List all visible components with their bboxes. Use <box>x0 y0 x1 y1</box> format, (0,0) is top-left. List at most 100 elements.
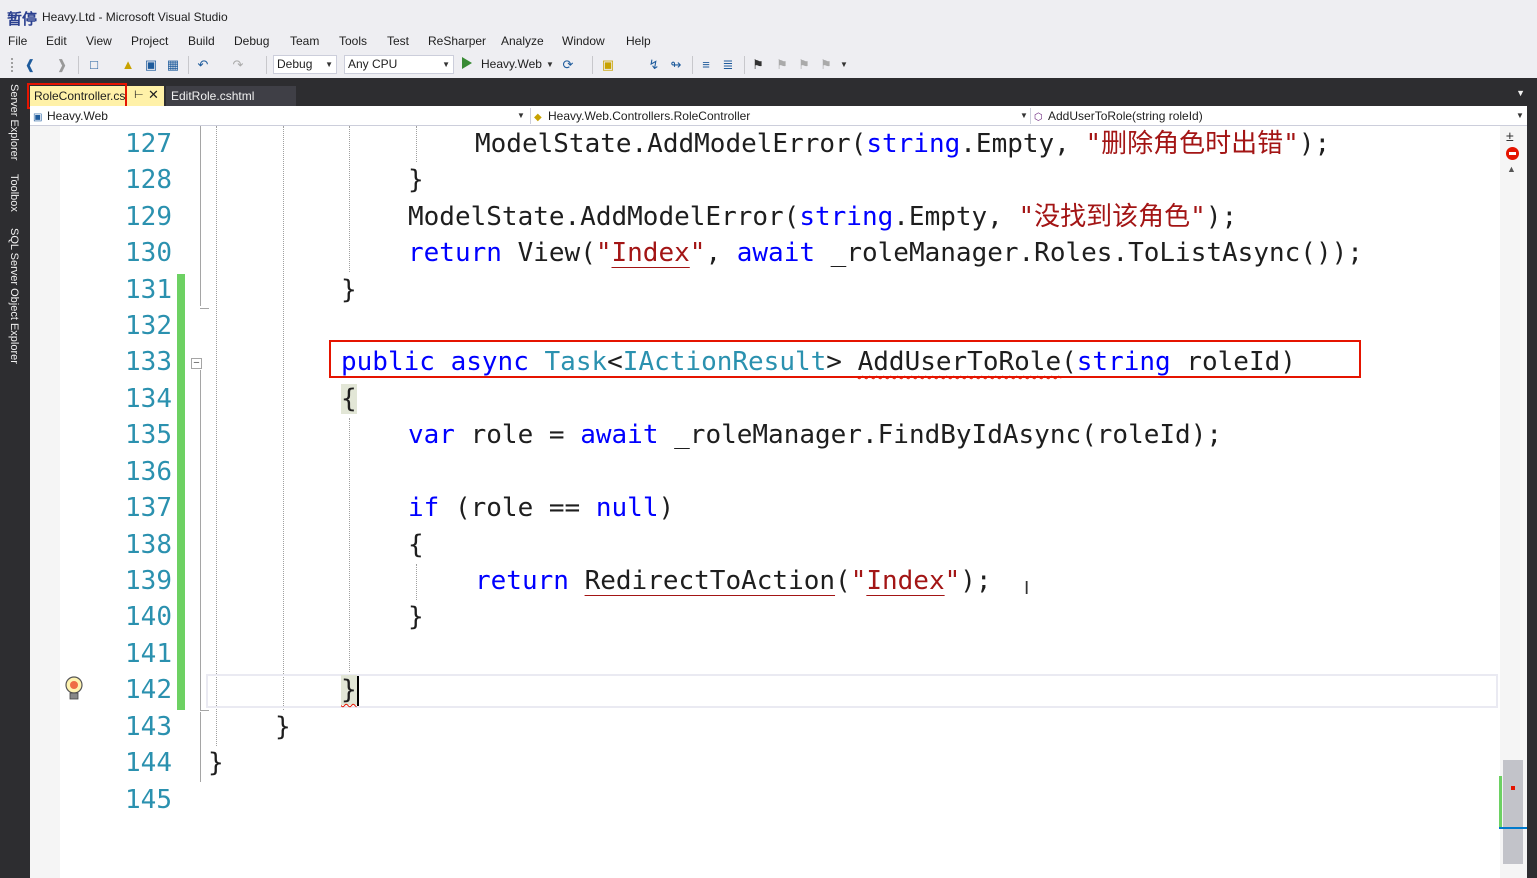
toolbar-separator <box>744 56 745 74</box>
collapse-icon[interactable]: − <box>191 358 202 369</box>
code-line-144[interactable]: } <box>208 745 224 781</box>
code-line-137[interactable]: if (role == null) <box>408 490 674 526</box>
menu-build[interactable]: Build <box>188 34 215 48</box>
prev-bookmark-icon[interactable]: ⚑ <box>774 57 790 73</box>
type-dropdown[interactable]: ◆ Heavy.Web.Controllers.RoleController ▼ <box>534 108 1028 125</box>
line-number: 128 <box>125 165 172 195</box>
current-line-highlight <box>206 674 1498 708</box>
outline-end <box>200 710 209 711</box>
toolbar-separator <box>592 56 593 74</box>
line-number: 143 <box>125 712 172 742</box>
menu-file[interactable]: File <box>8 34 27 48</box>
menu-view[interactable]: View <box>86 34 112 48</box>
code-line-128[interactable]: } <box>408 162 424 198</box>
line-number: 139 <box>125 566 172 596</box>
refresh-icon[interactable]: ⟳ <box>560 57 576 73</box>
bookmark-icon[interactable]: ⚑ <box>750 57 766 73</box>
save-all-icon[interactable]: ▦ <box>165 57 181 73</box>
toolbox-tab[interactable]: Toolbox <box>8 174 20 212</box>
menu-analyze[interactable]: Analyze <box>501 34 544 48</box>
error-indicator-icon[interactable] <box>1506 147 1519 160</box>
comment-icon[interactable]: ≡ <box>698 57 714 73</box>
uncomment-icon[interactable]: ≣ <box>720 57 736 73</box>
menu-debug[interactable]: Debug <box>234 34 269 48</box>
code-line-129[interactable]: ModelState.AddModelError(string.Empty, "… <box>408 199 1237 235</box>
light-bulb-icon[interactable] <box>64 676 84 702</box>
tab-editrole[interactable]: EditRole.cshtml <box>166 86 296 106</box>
indent-guide <box>349 126 350 272</box>
toolbar-overflow-icon[interactable]: ▼ <box>836 57 852 73</box>
tab-label: EditRole.cshtml <box>171 89 255 103</box>
navigation-bar: ▣ Heavy.Web ▼ ◆ Heavy.Web.Controllers.Role… <box>30 106 1527 126</box>
toolbar-grip[interactable] <box>10 57 14 73</box>
indent-guide <box>283 126 284 710</box>
member-dropdown[interactable]: ⬡ AddUserToRole(string roleId) ▼ <box>1034 108 1524 125</box>
code-line-133[interactable]: public async Task<IActionResult> AddUser… <box>341 344 1296 380</box>
menu-test[interactable]: Test <box>387 34 409 48</box>
start-debugging-icon[interactable] <box>462 57 472 69</box>
code-line-142[interactable]: } <box>341 672 357 708</box>
clear-bookmarks-icon[interactable]: ⚑ <box>818 57 834 73</box>
new-project-icon[interactable]: □ <box>86 57 102 73</box>
step-over-icon[interactable]: ↬ <box>668 57 684 73</box>
menu-window[interactable]: Window <box>562 34 605 48</box>
outline-line <box>200 126 201 306</box>
code-line-135[interactable]: var role = await _roleManager.FindByIdAs… <box>408 417 1222 453</box>
menu-team[interactable]: Team <box>290 34 319 48</box>
split-window-icon[interactable]: ± <box>1506 128 1514 144</box>
configuration-select[interactable]: Debug ▼ <box>273 55 337 74</box>
run-dropdown-icon[interactable]: ▼ <box>542 57 558 73</box>
code-line-131[interactable]: } <box>341 272 357 308</box>
chevron-down-icon: ▼ <box>1020 111 1028 120</box>
line-number: 129 <box>125 202 172 232</box>
document-tab-strip: RoleController.cs ⊢ ✕ EditRole.cshtml ▼ <box>30 78 1537 106</box>
scroll-change-marker <box>1499 776 1502 828</box>
right-tool-window-bar <box>1527 78 1537 878</box>
indent-guide <box>216 126 217 746</box>
logo-text: 暂停 <box>7 10 37 28</box>
scroll-caret-marker <box>1499 827 1527 829</box>
server-explorer-tab[interactable]: Server Explorer <box>8 84 20 160</box>
code-line-138[interactable]: { <box>408 527 424 563</box>
project-dropdown[interactable]: ▣ Heavy.Web ▼ <box>33 108 525 125</box>
menu-project[interactable]: Project <box>131 34 168 48</box>
redo-icon[interactable]: ↷ <box>230 57 246 73</box>
vs-logo-icon: 暂停 <box>6 8 40 28</box>
indent-guide <box>349 418 350 672</box>
menu-tools[interactable]: Tools <box>339 34 367 48</box>
indent-guide <box>416 126 417 162</box>
code-line-127[interactable]: ModelState.AddModelError(string.Empty, "… <box>475 126 1330 162</box>
code-line-140[interactable]: } <box>408 599 424 635</box>
line-number: 133 <box>125 347 172 377</box>
code-line-139[interactable]: return RedirectToAction("Index"); <box>475 563 992 599</box>
navigate-back-icon[interactable]: ❰ <box>22 57 38 73</box>
close-icon[interactable]: ✕ <box>148 87 159 103</box>
menu-resharper[interactable]: ReSharper <box>428 34 486 48</box>
platform-select[interactable]: Any CPU ▼ <box>344 55 454 74</box>
editor-margin <box>30 126 60 878</box>
text-caret <box>357 676 359 706</box>
outline-line <box>200 712 201 782</box>
code-line-130[interactable]: return View("Index", await _roleManager.… <box>408 235 1363 271</box>
scroll-up-icon[interactable]: ▲ <box>1507 164 1516 174</box>
nav-separator <box>1030 108 1031 124</box>
scrollbar-thumb[interactable] <box>1503 760 1523 864</box>
pin-icon[interactable]: ⊢ <box>134 88 144 101</box>
sql-server-object-explorer-tab[interactable]: SQL Server Object Explorer <box>8 228 20 364</box>
code-line-143[interactable]: } <box>275 709 291 745</box>
project-icon: ▣ <box>33 112 43 123</box>
menu-edit[interactable]: Edit <box>46 34 67 48</box>
undo-icon[interactable]: ↶ <box>195 57 211 73</box>
navigate-forward-icon[interactable]: ❱ <box>54 57 70 73</box>
chevron-down-icon[interactable]: ▼ <box>1516 88 1525 98</box>
next-bookmark-icon[interactable]: ⚑ <box>796 57 812 73</box>
code-line-134[interactable]: { <box>341 381 357 417</box>
open-file-icon[interactable]: ▲ <box>120 57 136 73</box>
run-target-button[interactable]: Heavy.Web <box>481 57 542 71</box>
chevron-down-icon: ▼ <box>1516 111 1524 120</box>
save-icon[interactable]: ▣ <box>143 57 159 73</box>
find-in-files-icon[interactable]: ▣ <box>600 57 616 73</box>
step-into-icon[interactable]: ↯ <box>646 57 662 73</box>
line-number: 132 <box>125 311 172 341</box>
menu-help[interactable]: Help <box>626 34 651 48</box>
